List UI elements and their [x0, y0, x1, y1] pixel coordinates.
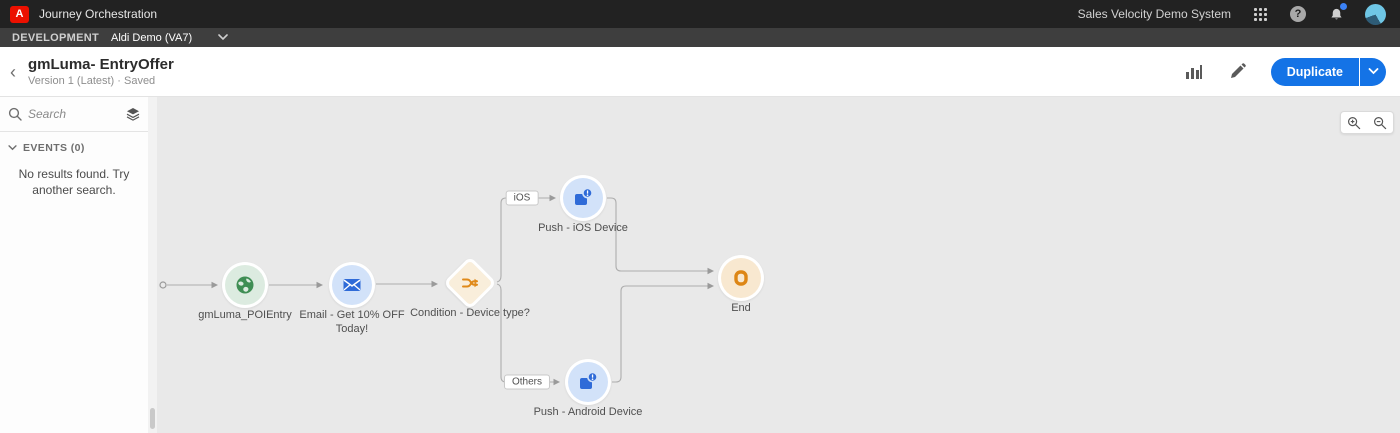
page-header: ‹ gmLuma- EntryOffer Version 1 (Latest) …: [0, 47, 1400, 97]
edit-pencil-icon[interactable]: [1227, 61, 1249, 83]
app-window: A Journey Orchestration Sales Velocity D…: [0, 0, 1400, 433]
node-end[interactable]: [718, 255, 764, 301]
search-row: [0, 97, 148, 131]
environment-bar: DEVELOPMENT Aldi Demo (VA7): [0, 28, 1400, 47]
avatar[interactable]: [1365, 3, 1386, 25]
vertical-scrollbar[interactable]: [148, 97, 157, 433]
back-button[interactable]: ‹: [8, 63, 18, 81]
layers-filter-icon[interactable]: [126, 107, 140, 121]
branch-label-ios: iOS: [505, 190, 539, 206]
version-status: Version 1 (Latest) · Saved: [28, 75, 156, 87]
page-title: gmLuma- EntryOffer: [28, 56, 174, 73]
body: EVENTS (0) No results found. Try another…: [0, 97, 1400, 433]
node-event[interactable]: [222, 262, 268, 308]
zoom-in-icon[interactable]: [1343, 112, 1365, 133]
environment-label: DEVELOPMENT: [12, 31, 100, 44]
push-notification-icon: [580, 371, 598, 389]
email-icon: [343, 279, 361, 291]
node-label: End: [731, 302, 751, 314]
grid-icon: [1253, 7, 1267, 21]
node-label: gmLuma_POIEntry: [198, 309, 292, 321]
events-section-header[interactable]: EVENTS (0): [0, 132, 148, 158]
empty-search-message: No results found. Try another search.: [18, 167, 130, 198]
duplicate-split-button: Duplicate: [1270, 57, 1386, 86]
chevron-down-icon: [218, 34, 228, 41]
journey-canvas[interactable]: gmLuma_POIEntry Email - Get 10% OFF Toda…: [157, 97, 1400, 433]
app-switcher-icon[interactable]: [1251, 5, 1269, 23]
node-email[interactable]: [329, 262, 375, 308]
search-icon: [8, 107, 22, 121]
node-push-ios[interactable]: [560, 175, 606, 221]
branch-label-others: Others: [503, 374, 551, 390]
zoom-out-icon[interactable]: [1369, 112, 1391, 133]
end-icon: [734, 270, 748, 286]
node-label: Push - iOS Device: [538, 222, 628, 234]
node-label: Push - Android Device: [533, 406, 643, 418]
app-title: Journey Orchestration: [39, 7, 158, 21]
duplicate-more-button[interactable]: [1360, 57, 1386, 86]
scrollbar-thumb[interactable]: [150, 408, 155, 429]
duplicate-button[interactable]: Duplicate: [1270, 57, 1359, 86]
node-push-android[interactable]: [565, 359, 611, 405]
node-label: Condition - Device type?: [410, 307, 530, 319]
topbar: A Journey Orchestration Sales Velocity D…: [0, 0, 1400, 28]
chevron-down-icon: [1368, 68, 1378, 75]
globe-event-icon: [236, 276, 254, 294]
sandbox-picker[interactable]: Aldi Demo (VA7): [111, 32, 228, 44]
notifications-bell-icon[interactable]: [1327, 3, 1347, 23]
notification-badge: [1340, 3, 1347, 10]
adobe-logo[interactable]: A: [10, 5, 29, 23]
chevron-down-icon: [8, 145, 17, 151]
condition-branch-icon: [462, 278, 478, 288]
org-switcher[interactable]: Sales Velocity Demo System: [1078, 7, 1231, 21]
zoom-controls: [1340, 111, 1394, 134]
events-section-label: EVENTS (0): [23, 142, 85, 154]
help-icon[interactable]: ?: [1289, 5, 1307, 23]
reports-chart-icon[interactable]: [1183, 61, 1205, 83]
sandbox-name: Aldi Demo (VA7): [111, 31, 193, 44]
activity-palette-sidebar: EVENTS (0) No results found. Try another…: [0, 97, 148, 433]
push-notification-icon: [575, 187, 593, 205]
search-input[interactable]: [28, 107, 120, 121]
